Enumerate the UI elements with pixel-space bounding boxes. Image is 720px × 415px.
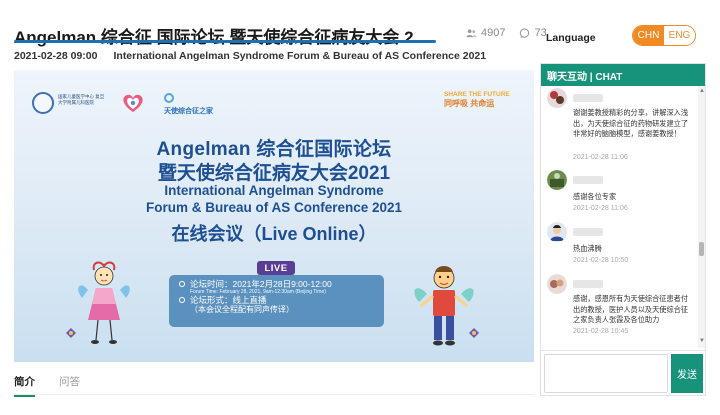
forum-format-row: 论坛形式：线上直播 (179, 295, 376, 305)
avatar (547, 88, 567, 108)
language-label: Language (546, 32, 596, 44)
page: Angelman 综合征 国际论坛 暨天使综合征病友大会 20... 4907 … (0, 0, 720, 415)
chat-scrollbar[interactable]: ▲ ▼ (698, 86, 705, 348)
chat-message-text: 热血沸腾 (573, 244, 602, 253)
lang-eng-button[interactable]: ENG (664, 26, 695, 45)
comment-icon (520, 27, 530, 38)
event-datetime: 2021-02-28 09:00 (14, 50, 98, 62)
chat-message-list[interactable]: 谢谢姜教授精彩的分享，讲解深入浅出，为天使综合征的药物研发建立了非常好的脑脑模型… (541, 86, 697, 346)
chat-input-area: 发送 (541, 350, 705, 396)
avatar (547, 222, 567, 242)
scrollbar-thumb[interactable] (699, 242, 704, 256)
footer-logo-right-icon (469, 328, 479, 338)
angel-home-logo-icon (164, 93, 174, 103)
angel-girl-drawing-icon (78, 261, 130, 344)
lang-chn-button[interactable]: CHN (633, 26, 664, 45)
poster-headline-cn-2: 暨天使综合征病友大会2021 (157, 163, 391, 184)
title-row: Angelman 综合征 国际论坛 暨天使综合征病友大会 20... (14, 22, 534, 48)
stats-bar: 4907 73 (466, 27, 547, 39)
chat-message-text: 感谢各位专家 (573, 192, 617, 201)
video-poster[interactable]: 国家儿童医学中心 复旦大学附属儿科医院 天使综合征之家 SHARE THE FU… (14, 70, 534, 362)
angel-boy-drawing-icon (414, 266, 474, 346)
scroll-up-icon[interactable]: ▲ (699, 88, 705, 94)
chat-message-time: 2021-02-28 10:50 (573, 257, 629, 264)
chat-header: 聊天互动 | CHAT (541, 64, 705, 86)
forum-format: 论坛形式：线上直播 (190, 295, 267, 305)
chat-message-time: 2021-02-28 11:06 (573, 154, 628, 161)
hospital-logo-text: 国家儿童医学中心 复旦大学附属儿科医院 (58, 94, 105, 105)
heart-hands-logo-icon (123, 94, 143, 112)
forum-time-en: Forum Time: February 28, 2021, 9am-12:30… (190, 289, 326, 295)
footer-logo-left-icon (66, 328, 76, 338)
live-badge: LIVE (257, 261, 295, 275)
avatar (547, 170, 567, 190)
event-title: International Angelman Syndrome Forum & … (113, 50, 487, 62)
comments-stat: 73 (519, 27, 547, 39)
forum-info-box: 论坛时间：2021年2月28日9:00-12:00 Forum Time: Fe… (169, 275, 384, 327)
chat-message-text: 谢谢姜教授精彩的分享，讲解深入浅出，为天使综合征的药物研发建立了非常好的脑脑模型… (573, 108, 689, 138)
send-button[interactable]: 发送 (671, 354, 703, 393)
chat-username (573, 176, 603, 184)
chat-panel: 聊天互动 | CHAT 谢谢姜教授精彩的分享，讲解深入浅出，为天使综合征的药物研… (540, 63, 706, 396)
share-future-line1: SHARE THE FUTURE (444, 91, 510, 98)
forum-format-note: （本会议全程配有同声传译） (190, 305, 294, 314)
poster-headline-en-2: Forum & Bureau of AS Conference 2021 (145, 200, 403, 215)
share-future-line2: 同呼吸 共命运 (444, 99, 495, 108)
title-underline (14, 40, 436, 43)
poster-headline-en-1: International Angelman Syndrome (164, 183, 384, 198)
avatar (547, 274, 567, 294)
tabs-divider (14, 394, 534, 395)
chat-username (573, 228, 603, 236)
poster-headline-cn-1: Angelman 综合征国际论坛 (156, 139, 392, 160)
comments-count: 73 (534, 27, 547, 39)
poster-live-online: 在线会议（Live Online） (171, 224, 377, 244)
chat-username (573, 280, 603, 288)
chat-message-time: 2021-02-28 11:06 (573, 205, 628, 212)
angel-home-logo-text: 天使综合征之家 (164, 108, 213, 115)
chat-message-input[interactable] (544, 354, 668, 393)
language-toggle: CHN ENG (632, 25, 696, 46)
page-title: Angelman 综合征 国际论坛 暨天使综合征病友大会 20... (14, 27, 434, 47)
share-future-logo: SHARE THE FUTURE 同呼吸 共命运 (444, 90, 510, 108)
scroll-down-icon[interactable]: ▼ (699, 338, 705, 344)
event-info: 2021-02-28 09:00 International Angelman … (14, 50, 486, 62)
chat-message-text: 感谢，感恩所有为天使综合征患者付出的教授，医护人员以及天使综合征之家负责人张霞及… (573, 294, 689, 324)
broadcast-icon (179, 297, 185, 303)
views-count: 4907 (481, 27, 506, 39)
forum-time-row: 论坛时间：2021年2月28日9:00-12:00 (179, 279, 376, 289)
views-stat: 4907 (466, 27, 505, 39)
chat-username (573, 94, 603, 102)
chat-message-time: 2021-02-28 10:45 (573, 328, 629, 335)
hospital-logo-icon (32, 92, 54, 114)
forum-time: 论坛时间：2021年2月28日9:00-12:00 (190, 279, 332, 289)
users-icon (466, 28, 477, 37)
clock-icon (179, 281, 185, 287)
